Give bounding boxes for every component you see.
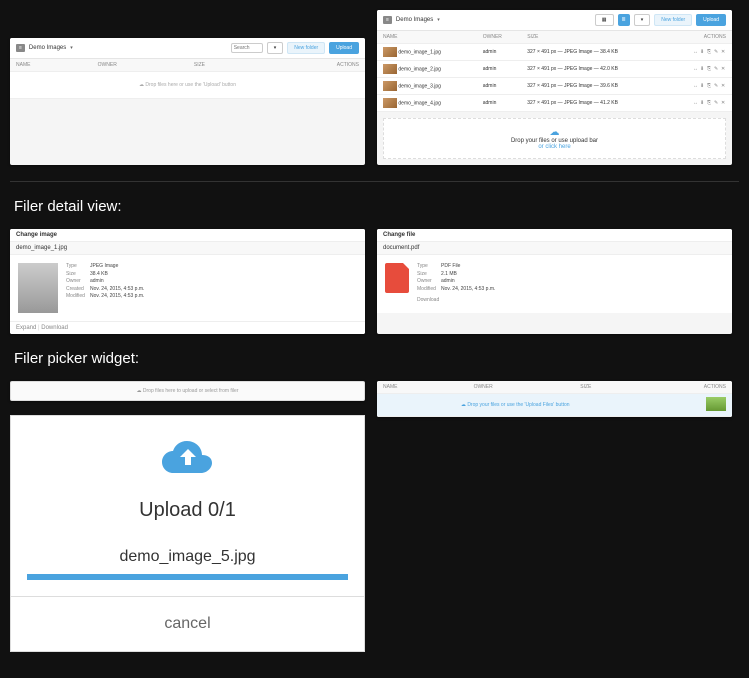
cancel-button[interactable]: cancel bbox=[11, 596, 364, 651]
drop-hint[interactable]: ☁ Drop files here or use the 'Upload' bu… bbox=[10, 72, 365, 99]
move-icon[interactable]: ↔ bbox=[693, 101, 698, 106]
download-icon[interactable]: ⬇ bbox=[700, 67, 705, 72]
detail-meta: TypeJPEG Image Size38.4 KB Owneradmin Cr… bbox=[66, 263, 144, 313]
thumbnail-icon bbox=[383, 98, 397, 108]
panel-folder-list: ≡ Demo Images ▾ ▦ ≣ ▾ New folder Upload … bbox=[377, 10, 732, 165]
copy-icon[interactable]: ⎘ bbox=[707, 67, 712, 72]
folder-badge: ≡ bbox=[383, 16, 392, 24]
col-size: SIZE bbox=[188, 59, 259, 72]
copy-icon[interactable]: ⎘ bbox=[707, 84, 712, 89]
panel-folder-empty: ≡ Demo Images ▾ ▾ New folder Upload NAME… bbox=[10, 38, 365, 165]
delete-icon[interactable]: ✕ bbox=[721, 84, 726, 89]
download-button[interactable]: Download bbox=[417, 297, 439, 303]
list-view-button[interactable]: ≣ bbox=[618, 14, 630, 26]
col-picker-left: ☁ Drop files here to upload or select fr… bbox=[10, 381, 365, 652]
chevron-down-icon[interactable]: ▾ bbox=[70, 45, 73, 51]
cloud-upload-icon: ☁ bbox=[139, 82, 144, 88]
thumbnail-icon bbox=[383, 64, 397, 74]
more-button[interactable]: ▾ bbox=[634, 14, 651, 26]
delete-icon[interactable]: ✕ bbox=[721, 101, 726, 106]
grid-view-button[interactable]: ▦ bbox=[595, 14, 614, 26]
section-heading-picker: Filer picker widget: bbox=[14, 350, 735, 367]
picker-drop-row[interactable]: ☁ Drop your files or use the 'Upload Fil… bbox=[377, 394, 732, 417]
cloud-upload-icon bbox=[11, 436, 364, 491]
folder-badge: ≡ bbox=[16, 44, 25, 52]
delete-icon[interactable]: ✕ bbox=[721, 67, 726, 72]
download-icon[interactable]: ⬇ bbox=[700, 84, 705, 89]
table-row[interactable]: demo_image_2.jpgadmin327 × 491 px — JPEG… bbox=[377, 61, 732, 78]
search-input[interactable] bbox=[231, 43, 263, 53]
detail-meta: TypePDF File Size2.1 MB Owneradmin Modif… bbox=[417, 263, 495, 305]
col-owner: OWNER bbox=[92, 59, 188, 72]
detail-filename: document.pdf bbox=[377, 242, 732, 255]
cloud-upload-icon: ☁ bbox=[461, 402, 466, 408]
download-icon[interactable]: ⬇ bbox=[700, 101, 705, 106]
table-row[interactable]: demo_image_3.jpgadmin327 × 491 px — JPEG… bbox=[377, 78, 732, 95]
copy-icon[interactable]: ⎘ bbox=[707, 50, 712, 55]
thumbnail-icon bbox=[383, 81, 397, 91]
new-folder-button[interactable]: New folder bbox=[654, 14, 692, 26]
table-row[interactable]: demo_image_4.jpgadmin327 × 491 px — JPEG… bbox=[377, 95, 732, 112]
detail-filename: demo_image_1.jpg bbox=[10, 242, 365, 255]
pdf-icon bbox=[385, 263, 409, 293]
cloud-upload-icon: ☁ bbox=[137, 388, 142, 394]
upload-title: Upload 0/1 bbox=[11, 499, 364, 522]
detail-header: Change file bbox=[377, 229, 732, 242]
drop-link[interactable]: or click here bbox=[392, 144, 717, 150]
detail-thumbnail bbox=[18, 263, 58, 313]
row-actions: ↔⬇⎘✎✕ bbox=[674, 50, 726, 55]
dropdown-button[interactable]: ▾ bbox=[267, 42, 284, 54]
thumbnail-icon bbox=[383, 47, 397, 57]
folder-title: Demo Images bbox=[29, 45, 66, 51]
folder-title: Demo Images bbox=[396, 17, 433, 23]
col-name: NAME bbox=[10, 59, 92, 72]
download-button[interactable]: Download bbox=[41, 325, 68, 331]
panel-picker-empty[interactable]: ☁ Drop files here to upload or select fr… bbox=[10, 381, 365, 401]
upload-dialog: Upload 0/1 demo_image_5.jpg cancel bbox=[10, 415, 365, 652]
chevron-down-icon[interactable]: ▾ bbox=[437, 17, 440, 23]
table-row[interactable]: demo_image_1.jpgadmin327 × 491 px — JPEG… bbox=[377, 44, 732, 61]
edit-icon[interactable]: ✎ bbox=[714, 101, 719, 106]
panel-detail-file: Change file document.pdf TypePDF File Si… bbox=[377, 229, 732, 334]
move-icon[interactable]: ↔ bbox=[693, 67, 698, 72]
upload-filename: demo_image_5.jpg bbox=[11, 540, 364, 574]
edit-icon[interactable]: ✎ bbox=[714, 50, 719, 55]
delete-icon[interactable]: ✕ bbox=[721, 50, 726, 55]
move-icon[interactable]: ↔ bbox=[693, 50, 698, 55]
new-folder-button[interactable]: New folder bbox=[287, 42, 325, 54]
copy-icon[interactable]: ⎘ bbox=[707, 101, 712, 106]
upload-progress bbox=[27, 574, 348, 580]
panel-detail-image: Change image demo_image_1.jpg TypeJPEG I… bbox=[10, 229, 365, 334]
row-listings: ≡ Demo Images ▾ ▾ New folder Upload NAME… bbox=[10, 10, 739, 165]
upload-button[interactable]: Upload bbox=[329, 42, 359, 54]
move-icon[interactable]: ↔ bbox=[693, 84, 698, 89]
edit-icon[interactable]: ✎ bbox=[714, 67, 719, 72]
drop-zone[interactable]: ☁ Drop your files or use upload bar or c… bbox=[383, 118, 726, 159]
section-heading-detail: Filer detail view: bbox=[14, 198, 735, 215]
expand-button[interactable]: Expand bbox=[16, 325, 36, 331]
download-icon[interactable]: ⬇ bbox=[700, 50, 705, 55]
file-table: NAME OWNER SIZE ACTIONS demo_image_1.jpg… bbox=[377, 31, 732, 112]
edit-icon[interactable]: ✎ bbox=[714, 84, 719, 89]
detail-header: Change image bbox=[10, 229, 365, 242]
panel-picker-model: NAME OWNER SIZE ACTIONS ☁ Drop your file… bbox=[377, 381, 732, 417]
cloud-upload-icon: ☁ bbox=[392, 127, 717, 138]
col-actions: ACTIONS bbox=[259, 59, 365, 72]
upload-button[interactable]: Upload bbox=[696, 14, 726, 26]
folder-illustration-icon bbox=[706, 397, 726, 411]
